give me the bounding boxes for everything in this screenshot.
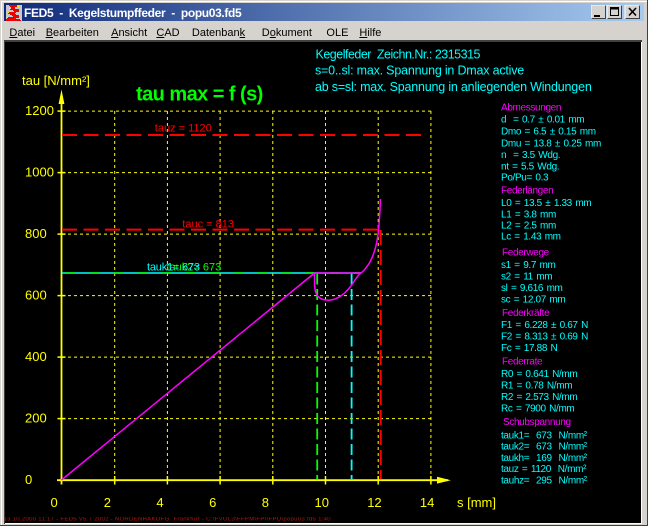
svg-text:4: 4 <box>156 495 163 510</box>
svg-text:Dmu = 13.8 ± 0.25 mm: Dmu = 13.8 ± 0.25 mm <box>501 139 601 150</box>
svg-text:Po/Pu= 0.3: Po/Pu= 0.3 <box>501 173 549 184</box>
svg-text:s [mm]: s [mm] <box>457 495 496 510</box>
svg-text:400: 400 <box>25 349 47 364</box>
svg-text:10: 10 <box>315 495 329 510</box>
svg-text:Abmessungen: Abmessungen <box>501 102 561 113</box>
svg-text:s=0..sl: max. Spannung in Dmax: s=0..sl: max. Spannung in Dmax active <box>315 64 524 78</box>
svg-text:Federlängen: Federlängen <box>501 185 553 196</box>
svg-text:R1 = 0.78 N/mm: R1 = 0.78 N/mm <box>501 381 572 392</box>
svg-text:Schubspannung: Schubspannung <box>503 417 571 428</box>
svg-text:Dmo = 6.5 ± 0.15 mm: Dmo = 6.5 ± 0.15 mm <box>501 126 596 137</box>
svg-text:0: 0 <box>51 495 58 510</box>
svg-text:taukh= 169 N/mm²: taukh= 169 N/mm² <box>501 453 588 464</box>
svg-text:tauk1= 673: tauk1= 673 <box>147 262 200 274</box>
svg-text:n = 3.5 Wdg.: n = 3.5 Wdg. <box>501 150 560 161</box>
svg-text:L0 = 13.5 ± 1.33 mm: L0 = 13.5 ± 1.33 mm <box>501 198 591 209</box>
svg-text:R0 = 0.641 N/mm: R0 = 0.641 N/mm <box>501 369 577 380</box>
svg-text:tauhz= 295 N/mm²: tauhz= 295 N/mm² <box>501 475 588 486</box>
svg-text:8: 8 <box>262 495 269 510</box>
svg-text:nt = 5.5 Wdg.: nt = 5.5 Wdg. <box>501 162 559 173</box>
svg-text:Lc = 1.43 mm: Lc = 1.43 mm <box>501 232 561 243</box>
svg-text:F2 = 8.313 ± 0.69 N: F2 = 8.313 ± 0.69 N <box>501 332 588 343</box>
svg-text:1000: 1000 <box>25 165 54 180</box>
svg-text:L1 = 3.8 mm: L1 = 3.8 mm <box>501 210 556 221</box>
svg-text:800: 800 <box>25 226 47 241</box>
svg-text:2: 2 <box>104 495 111 510</box>
svg-text:s1 = 9.7 mm: s1 = 9.7 mm <box>501 260 555 271</box>
svg-text:Fc = 17.88 N: Fc = 17.88 N <box>501 343 557 354</box>
svg-text:tauz = 1120 N/mm²: tauz = 1120 N/mm² <box>501 464 587 475</box>
svg-text:200: 200 <box>25 411 47 426</box>
svg-text:tauk2= 673 N/mm²: tauk2= 673 N/mm² <box>501 442 588 453</box>
svg-text:6: 6 <box>209 495 216 510</box>
svg-text:tauc = 813: tauc = 813 <box>182 219 234 231</box>
svg-text:tauz = 1120: tauz = 1120 <box>155 122 212 134</box>
svg-text:ab s=sl: max. Spannung in anli: ab s=sl: max. Spannung in anliegenden Wi… <box>315 80 592 94</box>
svg-text:14: 14 <box>420 495 434 510</box>
svg-text:12: 12 <box>367 495 381 510</box>
svg-text:tauk1= 673 N/mm²: tauk1= 673 N/mm² <box>501 430 588 441</box>
svg-text:F1 = 6.228 ± 0.67 N: F1 = 6.228 ± 0.67 N <box>501 320 588 331</box>
svg-text:d = 0.7 ± 0.01 mm: d = 0.7 ± 0.01 mm <box>501 115 584 126</box>
svg-text:Kegelfeder Zeichn.Nr.: 231531: Kegelfeder Zeichn.Nr.: 2315315 <box>316 47 481 61</box>
svg-text:L2 = 2.5 mm: L2 = 2.5 mm <box>501 221 556 232</box>
svg-text:s2 = 11 mm: s2 = 11 mm <box>501 272 552 283</box>
svg-text:tau [N/mm²]: tau [N/mm²] <box>22 73 90 88</box>
svg-text:1200: 1200 <box>25 103 54 118</box>
svg-text:600: 600 <box>25 288 47 303</box>
svg-text:sc = 12.07 mm: sc = 12.07 mm <box>501 295 565 306</box>
svg-text:Rc = 7900 N/mm: Rc = 7900 N/mm <box>501 404 574 415</box>
svg-text:sl = 9.616 mm: sl = 9.616 mm <box>501 283 563 294</box>
svg-text:tau max = f (s): tau max = f (s) <box>136 84 263 106</box>
svg-text:R2 = 2.573 N/mm: R2 = 2.573 N/mm <box>501 392 577 403</box>
svg-text:0: 0 <box>25 472 32 487</box>
svg-text:Federkräfte: Federkräfte <box>502 308 550 319</box>
svg-text:Federwege: Federwege <box>502 247 550 258</box>
svg-text:Federrate: Federrate <box>502 356 543 367</box>
